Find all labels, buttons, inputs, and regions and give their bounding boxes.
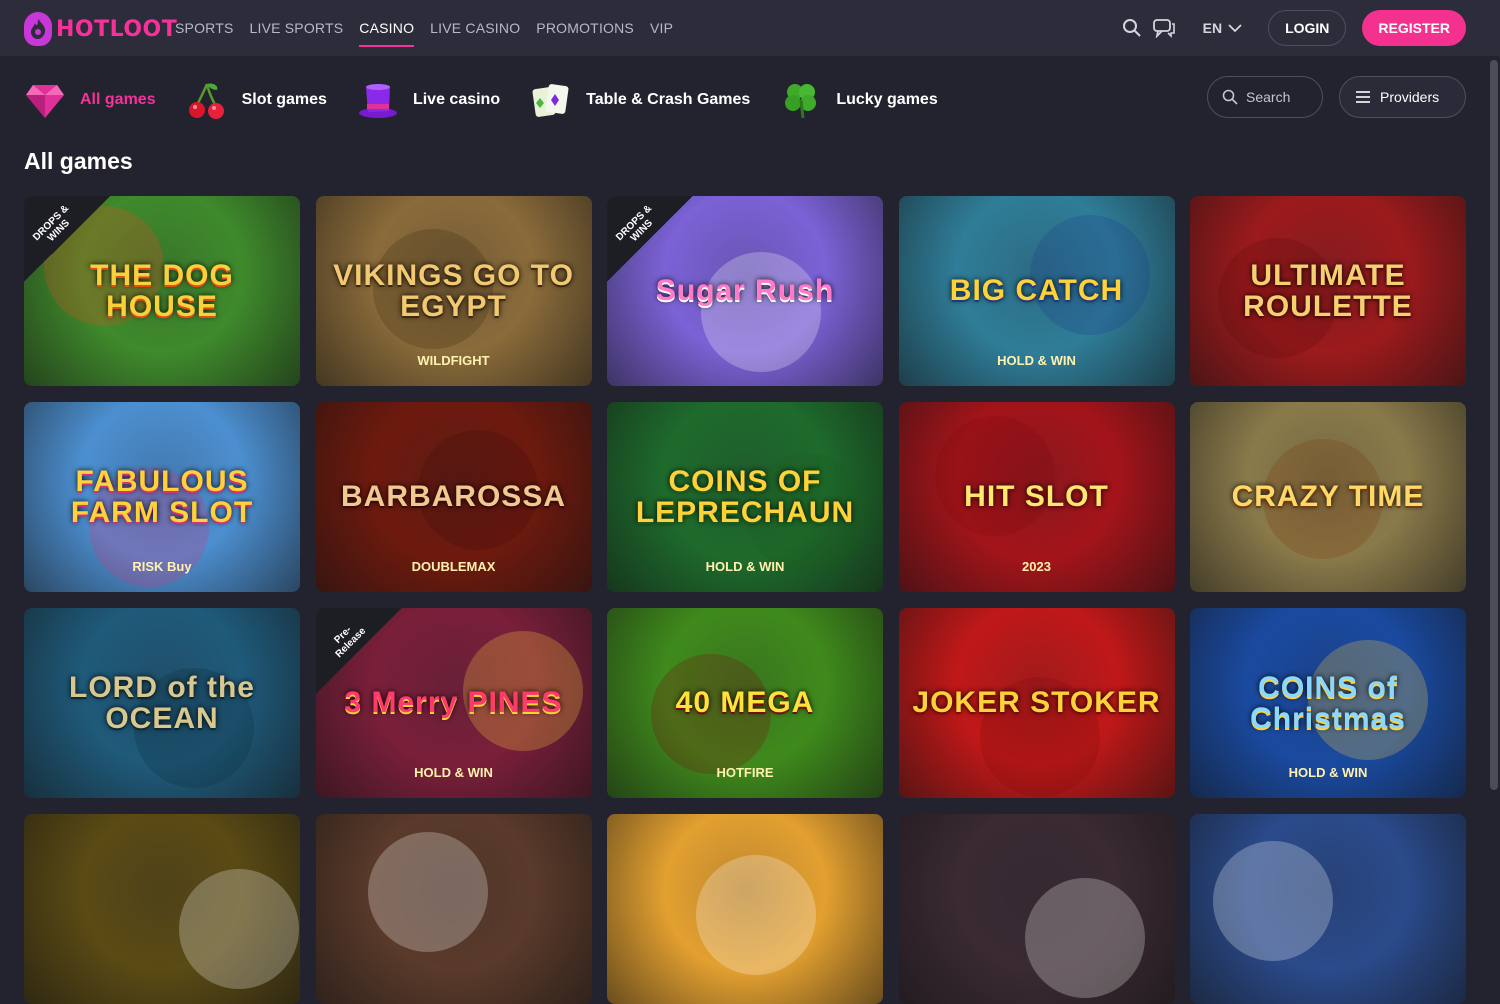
game-tile[interactable]: VIKINGS GO TO EGYPT WILDFIGHT (315, 196, 592, 386)
cherry-icon (186, 79, 228, 121)
category-label: Lucky games (836, 91, 938, 108)
search-icon (1222, 89, 1238, 105)
main-nav: SPORTS LIVE SPORTS CASINO LIVE CASINO PR… (175, 0, 673, 56)
game-subtitle: HOLD & WIN (1288, 765, 1368, 780)
providers-label: Providers (1380, 89, 1440, 105)
category-lucky-games[interactable]: Lucky games (780, 78, 938, 122)
header-actions: EN LOGIN REGISTER (1121, 10, 1466, 46)
game-tile[interactable]: ULTIMATE ROULETTE (1190, 196, 1466, 386)
game-tile[interactable]: DROPS & WINS THE DOG HOUSE (24, 196, 300, 386)
game-tile[interactable]: 40 MEGA HOTFIRE (607, 608, 883, 798)
game-tile[interactable]: JOKER STOKER (898, 608, 1175, 798)
game-subtitle: HOLD & WIN (414, 765, 493, 780)
category-tabs: All games Slot games Live casino Table &… (24, 78, 968, 122)
section-title: All games (24, 148, 133, 174)
chat-icon[interactable] (1152, 17, 1175, 39)
game-title: HIT SLOT (964, 480, 1109, 514)
category-label: Slot games (241, 91, 327, 108)
game-title: BIG CATCH (949, 274, 1124, 308)
game-title: COINS OF LEPRECHAUN (635, 464, 855, 529)
brand-name: HOTLOOT (56, 16, 178, 42)
game-subtitle: RISK Buy (132, 559, 192, 574)
tile-artwork-glow (1024, 878, 1145, 998)
register-button[interactable]: REGISTER (1362, 10, 1466, 46)
tile-badge: DROPS & WINS (607, 196, 693, 282)
tile-artwork-glow (179, 869, 299, 989)
category-all-games[interactable]: All games (24, 78, 156, 122)
language-selector[interactable]: EN (1203, 20, 1242, 36)
game-title: CRAZY TIME (1231, 480, 1425, 514)
tile-artwork-glow (934, 416, 1055, 536)
game-title: COINS of Christmas (1250, 670, 1406, 735)
search-placeholder: Search (1246, 89, 1291, 105)
gem-icon (24, 79, 66, 121)
nav-vip[interactable]: VIP (650, 0, 673, 56)
game-subtitle: HOLD & WIN (997, 353, 1076, 368)
game-title: JOKER STOKER (912, 686, 1161, 720)
flame-logo-icon (24, 12, 52, 46)
tile-artwork-glow (696, 855, 816, 975)
tile-artwork-glow (367, 832, 488, 952)
top-hat-icon (357, 79, 399, 121)
game-tile[interactable]: BARBAROSSA DOUBLEMAX (315, 402, 592, 592)
cards-icon (530, 79, 572, 121)
category-label: All games (80, 91, 156, 108)
chevron-down-icon (1228, 23, 1242, 32)
game-subtitle: HOLD & WIN (705, 559, 785, 574)
tile-artwork-glow (1213, 841, 1333, 961)
game-title: LORD of the OCEAN (69, 670, 255, 735)
search-icon[interactable] (1121, 17, 1143, 39)
game-title: VIKINGS GO TO EGYPT (333, 258, 574, 323)
nav-live-sports[interactable]: LIVE SPORTS (250, 0, 344, 56)
nav-live-casino[interactable]: LIVE CASINO (430, 0, 520, 56)
game-subtitle: HOTFIRE (716, 765, 774, 780)
game-tile[interactable] (24, 814, 300, 1004)
tile-badge: DROPS & WINS (24, 196, 110, 282)
game-search-input[interactable]: Search (1207, 76, 1323, 118)
nav-promotions[interactable]: PROMOTIONS (536, 0, 634, 56)
category-label: Table & Crash Games (586, 91, 751, 108)
game-tile[interactable]: HIT SLOT 2023 (898, 402, 1175, 592)
game-tile[interactable] (607, 814, 883, 1004)
clover-icon (780, 79, 822, 121)
game-title: ULTIMATE ROULETTE (1243, 258, 1413, 323)
language-code: EN (1202, 20, 1223, 36)
game-tile[interactable]: Pre-Release 3 Merry PINES HOLD & WIN (315, 608, 592, 798)
game-title: 40 MEGA (675, 686, 815, 720)
game-tile[interactable] (898, 814, 1175, 1004)
game-tile[interactable] (315, 814, 592, 1004)
game-title: BARBAROSSA (340, 480, 566, 514)
game-tile[interactable]: FABULOUS FARM SLOT RISK Buy (24, 402, 300, 592)
tile-badge-label: DROPS & WINS (31, 203, 73, 245)
game-title: FABULOUS FARM SLOT (70, 464, 254, 529)
game-tile[interactable]: DROPS & WINS Sugar Rush (607, 196, 883, 386)
game-tile[interactable]: BIG CATCH HOLD & WIN (898, 196, 1175, 386)
brand-logo[interactable]: HOTLOOT (24, 12, 177, 46)
page-scrollbar[interactable] (1490, 60, 1498, 790)
category-slot-games[interactable]: Slot games (186, 78, 327, 122)
game-tile[interactable]: LORD of the OCEAN (24, 608, 300, 798)
game-subtitle: 2023 (1022, 559, 1051, 574)
tile-badge-label: DROPS & WINS (614, 203, 656, 245)
game-subtitle: WILDFIGHT (417, 353, 490, 368)
providers-button[interactable]: Providers (1339, 76, 1466, 118)
tile-badge-label: Pre-Release (331, 624, 368, 661)
game-tile[interactable]: COINS OF LEPRECHAUN HOLD & WIN (607, 402, 883, 592)
nav-sports[interactable]: SPORTS (175, 0, 234, 56)
login-button[interactable]: LOGIN (1268, 10, 1347, 46)
menu-icon (1356, 91, 1370, 103)
game-tile[interactable]: COINS of Christmas HOLD & WIN (1190, 608, 1466, 798)
tile-artwork-glow (701, 252, 821, 372)
tile-badge: Pre-Release (315, 608, 402, 694)
games-grid: DROPS & WINS THE DOG HOUSE VIKINGS GO TO E… (24, 196, 1466, 1004)
nav-casino[interactable]: CASINO (359, 0, 415, 56)
top-navigation-bar: HOTLOOT SPORTS LIVE SPORTS CASINO LIVE C… (0, 0, 1500, 56)
game-tile[interactable] (1190, 814, 1466, 1004)
category-table-crash[interactable]: Table & Crash Games (530, 78, 750, 122)
game-tile[interactable]: CRAZY TIME (1190, 402, 1466, 592)
game-subtitle: DOUBLEMAX (411, 559, 496, 574)
category-label: Live casino (412, 91, 501, 108)
category-live-casino[interactable]: Live casino (357, 78, 500, 122)
